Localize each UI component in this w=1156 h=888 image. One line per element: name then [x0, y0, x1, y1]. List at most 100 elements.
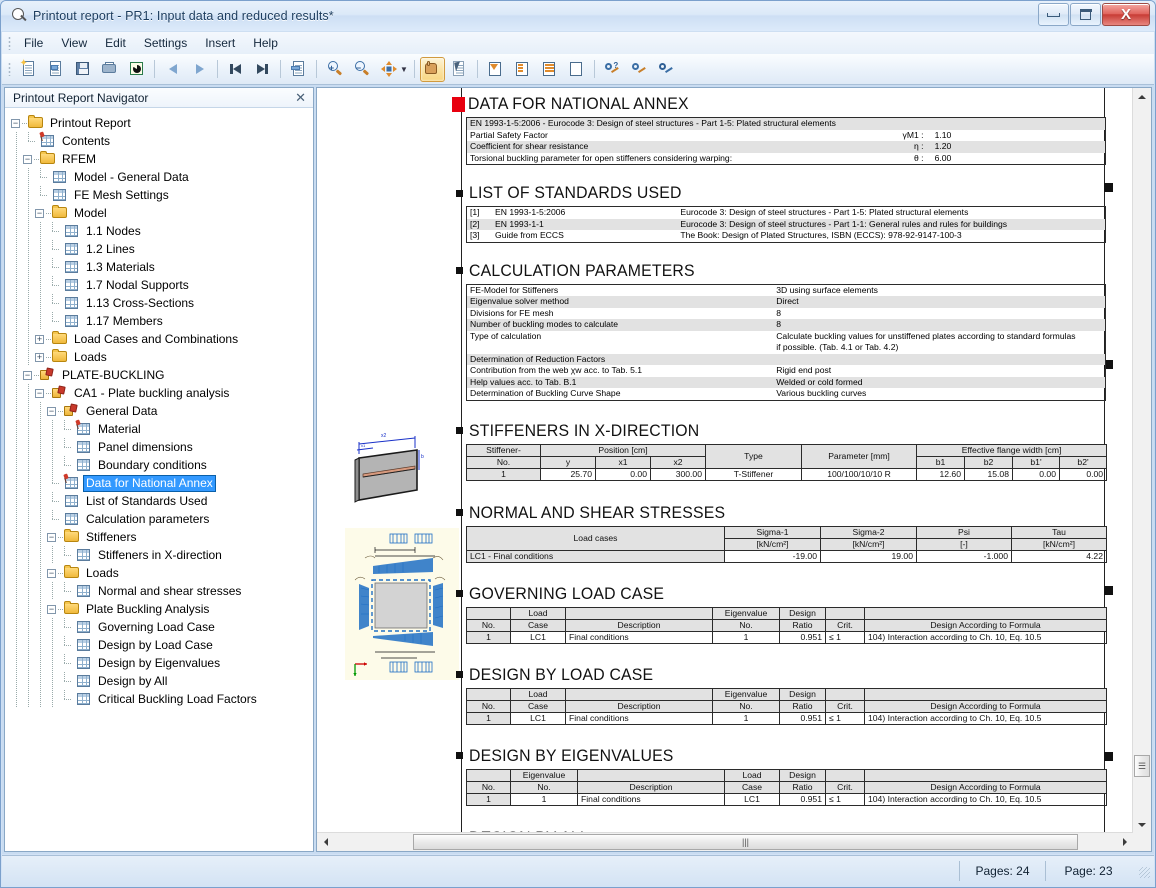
- vertical-scrollbar[interactable]: ☰: [1132, 88, 1151, 833]
- collapse-icon[interactable]: −: [35, 208, 44, 218]
- tree-item-1-2-lines[interactable]: 1.2 Lines: [11, 240, 313, 258]
- tree-item-boundary-conditions[interactable]: Boundary conditions: [11, 456, 313, 474]
- vertical-scroll-thumb[interactable]: ☰: [1134, 755, 1150, 777]
- menu-grip[interactable]: [8, 36, 11, 50]
- col-subheader-case: Case: [724, 780, 780, 794]
- expand-icon[interactable]: +: [35, 352, 44, 362]
- maximize-button[interactable]: [1070, 3, 1101, 26]
- tree-indent-guide: [35, 672, 47, 690]
- close-icon[interactable]: ✕: [293, 91, 308, 104]
- document-scroll-area[interactable]: x2 x1 b DATA FOR NATIONAL ANNEX EN 1993-…: [317, 88, 1133, 833]
- print-button[interactable]: [97, 57, 122, 82]
- close-button[interactable]: X: [1102, 3, 1150, 26]
- module-book-icon: [63, 404, 80, 418]
- first-page-button[interactable]: [223, 57, 248, 82]
- menu-file[interactable]: File: [15, 33, 52, 53]
- standards-table: [1] EN 1993-1-5:2006 Eurocode 3: Design …: [466, 206, 1106, 243]
- tree-item-governing-load-case[interactable]: Governing Load Case: [11, 618, 313, 636]
- tree-item-design-by-all[interactable]: Design by All: [11, 672, 313, 690]
- new-report-button[interactable]: ✦: [16, 57, 41, 82]
- tree-connector: [59, 690, 71, 708]
- key-help-button[interactable]: ?: [600, 57, 625, 82]
- next-page-button[interactable]: [187, 57, 212, 82]
- minimize-button[interactable]: [1038, 3, 1069, 26]
- key-lock-button[interactable]: [654, 57, 679, 82]
- tree-item-calculation-parameters[interactable]: Calculation parameters: [11, 510, 313, 528]
- tree-item-loads[interactable]: + Loads: [11, 348, 313, 366]
- tree-item-plate-buckling-analysis[interactable]: − Plate Buckling Analysis: [11, 600, 313, 618]
- tree-item-design-by-eigenvalues[interactable]: Design by Eigenvalues: [11, 654, 313, 672]
- last-page-button[interactable]: [250, 57, 275, 82]
- tree-item-list-of-standards-used[interactable]: List of Standards Used: [11, 492, 313, 510]
- scroll-right-button[interactable]: [1116, 833, 1133, 851]
- key-help-icon: ?: [604, 61, 620, 77]
- collapse-icon[interactable]: −: [47, 568, 56, 578]
- folder-icon: [51, 205, 68, 220]
- tree-item-normal-and-shear-stresses[interactable]: Normal and shear stresses: [11, 582, 313, 600]
- toolbar-grip[interactable]: [8, 62, 11, 76]
- tree-item-1-3-materials[interactable]: 1.3 Materials: [11, 258, 313, 276]
- expand-icon[interactable]: +: [35, 334, 44, 344]
- menu-insert[interactable]: Insert: [196, 33, 244, 53]
- filter-document-button[interactable]: [483, 57, 508, 82]
- tree-item-1-1-nodes[interactable]: 1.1 Nodes: [11, 222, 313, 240]
- tree-item-stiffeners-in-x-direction[interactable]: Stiffeners in X-direction: [11, 546, 313, 564]
- hand-tool-button[interactable]: [419, 56, 445, 82]
- print-preview-button[interactable]: [124, 57, 149, 82]
- tree-item-design-by-load-case[interactable]: Design by Load Case: [11, 636, 313, 654]
- tree-item-model[interactable]: − Model: [11, 204, 313, 222]
- tree-item-1-7-nodal-supports[interactable]: 1.7 Nodal Supports: [11, 276, 313, 294]
- zoom-out-button[interactable]: −: [349, 57, 374, 82]
- tree-item-stiffeners[interactable]: − Stiffeners: [11, 528, 313, 546]
- scroll-up-button[interactable]: [1133, 88, 1151, 105]
- collapse-icon[interactable]: −: [47, 604, 56, 614]
- blank-page-button[interactable]: [564, 57, 589, 82]
- collapse-icon[interactable]: −: [11, 118, 20, 128]
- col-header-blank4: [864, 768, 1107, 782]
- tree-item-model-general-data[interactable]: Model - General Data: [11, 168, 313, 186]
- open-report-button[interactable]: [43, 57, 68, 82]
- tree-item-1-13-cross-sections[interactable]: 1.13 Cross-Sections: [11, 294, 313, 312]
- scroll-left-button[interactable]: [317, 833, 334, 851]
- key-settings-button[interactable]: [627, 57, 652, 82]
- menu-settings[interactable]: Settings: [135, 33, 196, 53]
- previous-page-button[interactable]: [160, 57, 185, 82]
- table-row: 1 1 Final conditions LC1 0.951 ≤ 1 104) …: [466, 792, 1107, 806]
- menu-help[interactable]: Help: [244, 33, 287, 53]
- pan-fit-button[interactable]: [376, 57, 401, 82]
- tree-item-rfem[interactable]: − RFEM: [11, 150, 313, 168]
- page-content-button[interactable]: [537, 57, 562, 82]
- collapse-icon[interactable]: −: [35, 388, 44, 398]
- save-button[interactable]: [70, 57, 95, 82]
- horizontal-scroll-thumb[interactable]: |||: [413, 834, 1078, 850]
- export-button[interactable]: [286, 57, 311, 82]
- collapse-icon[interactable]: −: [23, 370, 32, 380]
- tree-item-plate-buckling[interactable]: − PLATE-BUCKLING: [11, 366, 313, 384]
- collapse-icon[interactable]: −: [47, 532, 56, 542]
- tree-item-panel-dimensions[interactable]: Panel dimensions: [11, 438, 313, 456]
- tree-item-critical-buckling-load-factors[interactable]: Critical Buckling Load Factors: [11, 690, 313, 708]
- menu-view[interactable]: View: [52, 33, 96, 53]
- collapse-icon[interactable]: −: [47, 406, 56, 416]
- report-selection-button[interactable]: [510, 57, 535, 82]
- tree-item-1-17-members[interactable]: 1.17 Members: [11, 312, 313, 330]
- tree-item-material[interactable]: Material: [11, 420, 313, 438]
- pan-fit-dropdown-arrow[interactable]: ▼: [400, 65, 408, 74]
- tree-item-contents[interactable]: Contents: [11, 132, 313, 150]
- current-page-label: Page: 23: [1045, 861, 1131, 881]
- tree-item-loads[interactable]: − Loads: [11, 564, 313, 582]
- select-tool-button[interactable]: [447, 57, 472, 82]
- zoom-in-button[interactable]: +: [322, 57, 347, 82]
- tree-item-printout-report[interactable]: − Printout Report: [11, 114, 313, 132]
- scroll-down-button[interactable]: [1133, 816, 1151, 833]
- tree-item-fe-mesh-settings[interactable]: FE Mesh Settings: [11, 186, 313, 204]
- resize-grip-icon[interactable]: [1135, 863, 1151, 879]
- horizontal-scrollbar[interactable]: |||: [317, 832, 1133, 851]
- collapse-icon[interactable]: −: [23, 154, 32, 164]
- tree-item-ca1-plate-buckling-analysis[interactable]: − CA1 - Plate buckling analysis: [11, 384, 313, 402]
- col-header-load: Load: [724, 768, 780, 782]
- tree-item-data-for-national-annex[interactable]: Data for National Annex: [11, 474, 313, 492]
- tree-item-general-data[interactable]: − General Data: [11, 402, 313, 420]
- tree-item-load-cases-and-combinations[interactable]: + Load Cases and Combinations: [11, 330, 313, 348]
- menu-edit[interactable]: Edit: [96, 33, 135, 53]
